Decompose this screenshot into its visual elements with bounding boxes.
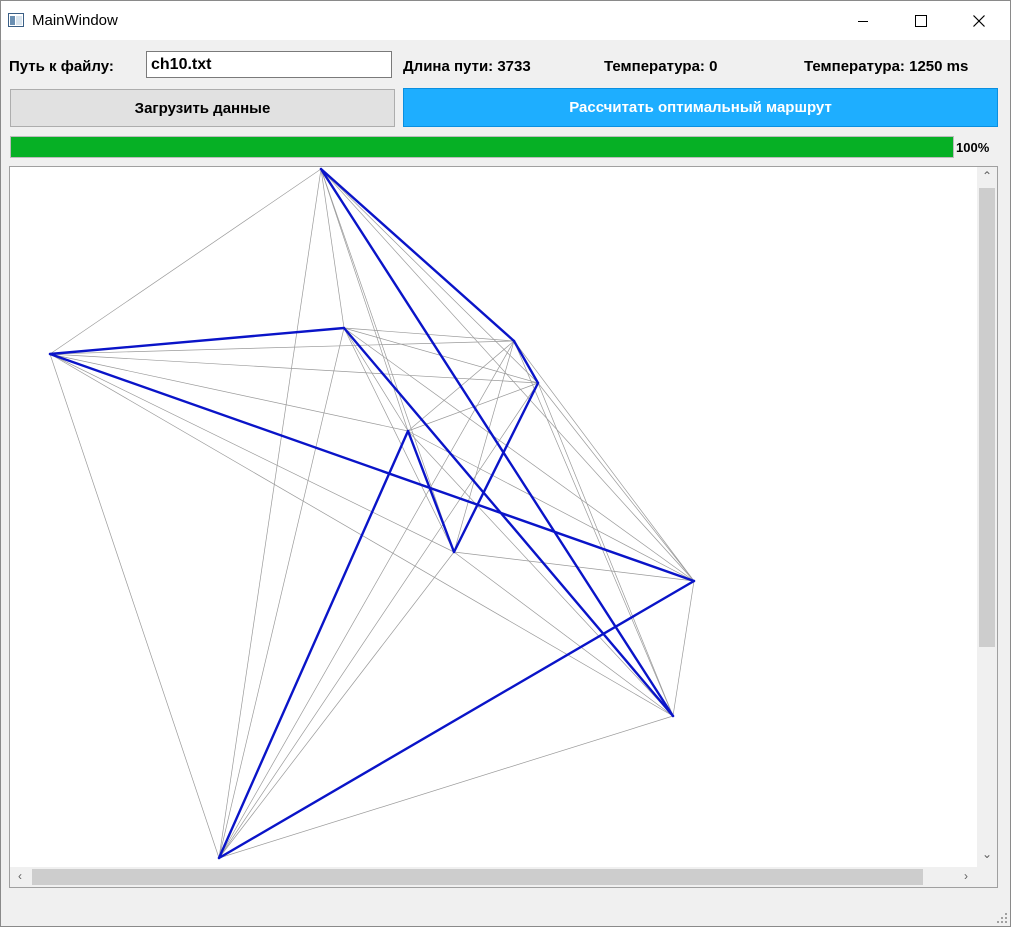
vertical-scroll-thumb[interactable]	[979, 188, 995, 647]
file-path-input[interactable]	[146, 51, 392, 78]
graph-edge	[672, 580, 695, 717]
graph-edge	[453, 551, 674, 717]
graph-view[interactable]	[9, 166, 998, 888]
path-length-label: Длина пути: 3733	[403, 58, 531, 75]
calculate-route-button[interactable]: Рассчитать оптимальный маршрут	[403, 88, 998, 127]
progress-bar	[10, 136, 954, 158]
progress-bar-fill	[11, 137, 953, 157]
app-window-icon	[8, 13, 24, 27]
graph-edge	[218, 382, 539, 859]
temperature-label: Температура: 0	[604, 58, 718, 75]
minimize-button[interactable]	[834, 1, 892, 40]
main-window: MainWindow Путь к файлу: Длина пути: 373…	[0, 0, 1011, 927]
route-segment	[319, 167, 675, 718]
graph-edge	[320, 168, 345, 329]
vertical-scrollbar[interactable]: ⌃ ⌄	[977, 167, 997, 867]
graph-edge	[537, 382, 695, 582]
graph-edge	[218, 715, 674, 859]
scroll-left-icon[interactable]: ‹	[10, 869, 30, 883]
progress-percent: 100%	[956, 140, 990, 155]
graph-edge	[453, 551, 695, 582]
scrollbar-corner	[977, 867, 997, 887]
scroll-right-icon[interactable]: ›	[956, 869, 976, 883]
window-title: MainWindow	[32, 12, 118, 29]
graph-edge	[218, 168, 322, 859]
scroll-up-icon[interactable]: ⌃	[977, 169, 997, 183]
optimal-route	[48, 167, 696, 860]
route-segment	[217, 579, 696, 860]
route-segment	[512, 339, 540, 385]
graph-edge	[49, 353, 455, 553]
graph-edge	[218, 340, 515, 859]
route-segment	[217, 429, 410, 860]
route-segment	[319, 167, 516, 343]
minimize-icon	[858, 20, 868, 22]
graph-edge	[218, 551, 455, 859]
graph-edge	[320, 168, 455, 553]
time-label: Температура: 1250 ms	[804, 58, 969, 75]
scroll-down-icon[interactable]: ⌄	[977, 847, 997, 861]
resize-grip-icon[interactable]	[996, 912, 1008, 924]
close-button[interactable]	[950, 1, 1008, 40]
maximize-button[interactable]	[892, 1, 950, 40]
graph-edge	[320, 168, 539, 384]
graph-edge	[49, 168, 322, 355]
route-graph	[48, 167, 696, 860]
load-data-button[interactable]: Загрузить данные	[10, 89, 395, 127]
graph-edge	[218, 327, 345, 859]
route-segment	[452, 381, 540, 554]
horizontal-scrollbar[interactable]: ‹ ›	[10, 867, 977, 887]
route-segment	[48, 352, 696, 583]
horizontal-scroll-thumb[interactable]	[32, 869, 923, 885]
graph-edge	[49, 353, 220, 859]
close-icon	[973, 14, 985, 27]
maximize-icon	[915, 14, 927, 27]
graph-edge	[453, 340, 515, 553]
file-path-label: Путь к файлу:	[9, 58, 114, 75]
graph-edge	[49, 353, 409, 432]
title-bar[interactable]: MainWindow	[1, 1, 1010, 40]
